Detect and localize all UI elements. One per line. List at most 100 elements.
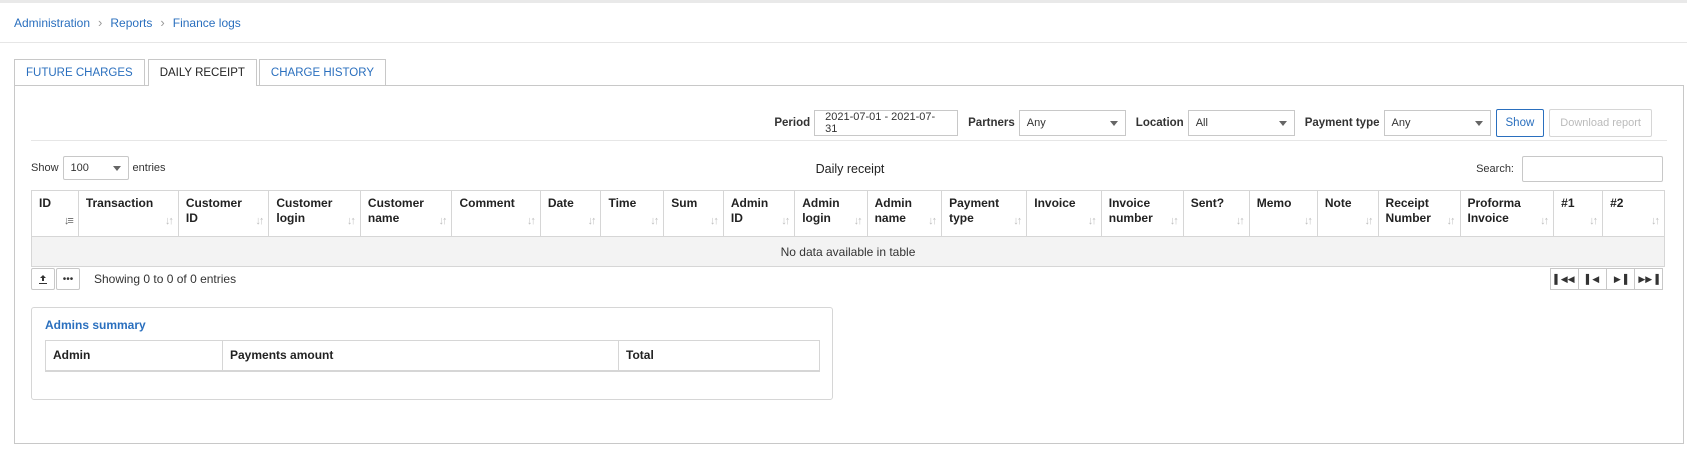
column-header-label: name [874,211,906,225]
search-label: Search: [1476,163,1514,175]
sort-icon: ↓↑ [650,215,659,227]
column-header-label: number [1108,211,1153,225]
partners-label: Partners [968,117,1015,129]
column-header-label: Comment [459,196,515,210]
column-header[interactable]: Customer name ↓↑ [359,190,453,237]
show-button[interactable]: Show [1495,109,1545,137]
column-header[interactable]: Admin login ↓↑ [794,190,868,237]
sort-icon: ↓↑ [1651,215,1660,227]
first-page-icon[interactable]: ▌◀◀ [1550,268,1579,290]
column-header[interactable]: ID ↓≡ [31,190,79,237]
next-page-icon[interactable]: ▶▐ [1606,268,1635,290]
breadcrumb-finance-logs[interactable]: Finance logs [173,16,241,30]
tab-daily-receipt[interactable]: DAILY RECEIPT [147,59,257,86]
admins-summary-title[interactable]: Admins summary [45,318,146,332]
summary-col-total: Total [618,340,820,372]
export-icon[interactable] [31,268,55,290]
location-select[interactable]: All [1187,110,1295,136]
column-header-label: ID [39,196,51,210]
column-header-label: Admin [874,196,912,210]
daily-receipt-panel: Period 2021-07-01 - 2021-07-31 Partners … [14,85,1684,444]
column-header[interactable]: Payment type ↓↑ [941,190,1028,237]
column-header-label: Date [547,196,574,210]
column-header-label: Customer [276,196,333,210]
column-header[interactable]: Admin name ↓↑ [866,190,943,237]
previous-page-icon[interactable]: ▌◀ [1578,268,1607,290]
column-header-label: #1 [1561,196,1575,210]
payment-type-select[interactable]: Any [1383,110,1491,136]
column-header-label: Invoice [1034,196,1076,210]
column-header[interactable]: Transaction ↓↑ [77,190,179,237]
tab-bar: FUTURE CHARGES DAILY RECEIPT CHARGE HIST… [14,59,389,86]
export-glyph [39,275,47,284]
column-header[interactable]: Customer login ↓↑ [268,190,361,237]
payment-type-label: Payment type [1304,117,1380,129]
sort-icon: ↓↑ [587,215,596,227]
column-header[interactable]: Admin ID ↓↑ [722,190,796,237]
column-header-label: Memo [1256,196,1292,210]
column-header[interactable]: Invoice ↓↑ [1026,190,1102,237]
download-report-button[interactable]: Download report [1549,109,1652,137]
column-header-label: login [276,211,306,225]
summary-col-admin: Admin [45,340,223,372]
partners-select[interactable]: Any [1018,110,1126,136]
sort-ascending-icon: ↓≡ [63,215,74,227]
breadcrumb-reports[interactable]: Reports [110,16,152,30]
column-header-label: ID [730,211,743,225]
column-header-label: Receipt [1385,196,1429,210]
column-header-label: name [367,211,400,225]
column-header[interactable]: Customer ID ↓↑ [177,190,270,237]
sort-icon: ↓↑ [526,215,536,227]
column-header-label: Payment [949,196,1000,210]
column-header[interactable]: Proforma Invoice ↓↑ [1459,190,1555,237]
more-options-icon[interactable]: ••• [56,268,80,290]
column-header-label: Admin [730,196,769,210]
breadcrumb: Administration › Reports › Finance logs [0,3,1687,43]
column-header-label: Invoice [1467,211,1509,225]
sort-icon: ↓↑ [1013,215,1022,227]
column-header[interactable]: Sum ↓↑ [663,190,724,237]
column-header-label: Customer [185,196,242,210]
summary-col-payments-amount: Payments amount [222,340,619,372]
sort-icon: ↓↑ [928,215,937,227]
location-label: Location [1135,117,1184,129]
caret-down-icon [1278,120,1287,126]
sort-icon: ↓↑ [164,215,174,227]
breadcrumb-administration[interactable]: Administration [14,16,90,30]
column-header[interactable]: Sent? ↓↑ [1182,190,1250,237]
admins-summary-table: Admin Payments amount Total [45,340,820,372]
search-input[interactable] [1522,156,1663,182]
column-header[interactable]: Note ↓↑ [1316,190,1379,237]
chevron-right-icon: › [160,15,165,30]
tab-charge-history[interactable]: CHARGE HISTORY [258,59,387,85]
divider [31,140,1667,141]
column-header-label: Customer [367,196,424,210]
table-info: Showing 0 to 0 of 0 entries [94,272,237,286]
table-header-row: ID ↓≡ Transaction ↓↑ Customer ID ↓↑ Customer log… [31,190,1665,237]
sort-icon: ↓↑ [1446,215,1456,227]
column-header-label: login [802,211,831,225]
column-header-label: #2 [1610,196,1624,210]
column-header[interactable]: Memo ↓↑ [1248,190,1318,237]
column-header-label: Transaction [85,196,154,210]
column-header[interactable]: Comment ↓↑ [451,190,541,237]
column-header-label: type [949,211,974,225]
sort-icon: ↓↑ [438,215,447,227]
search-control: Search: [1476,156,1663,182]
caret-down-icon [1474,120,1483,126]
column-header[interactable]: Time ↓↑ [600,190,665,237]
sort-icon: ↓↑ [1540,215,1549,227]
table-row: No data available in table [31,236,1665,267]
column-header[interactable]: #1 ↓↑ [1553,190,1604,237]
tab-future-charges[interactable]: FUTURE CHARGES [14,59,145,85]
last-page-icon[interactable]: ▶▶▐ [1634,268,1663,290]
period-input[interactable]: 2021-07-01 - 2021-07-31 [814,110,959,136]
admins-summary-card: Admins summary Admin Payments amount Tot… [31,307,833,400]
sort-icon: ↓↑ [853,215,863,227]
column-header[interactable]: Date ↓↑ [539,190,602,237]
column-header[interactable]: Receipt Number ↓↑ [1377,190,1461,237]
column-header[interactable]: #2 ↓↑ [1602,190,1665,237]
pagination: ▌◀◀ ▌◀ ▶▐ ▶▶▐ [1550,268,1663,290]
sort-icon: ↓↑ [1303,215,1313,227]
column-header[interactable]: Invoice number ↓↑ [1100,190,1184,237]
